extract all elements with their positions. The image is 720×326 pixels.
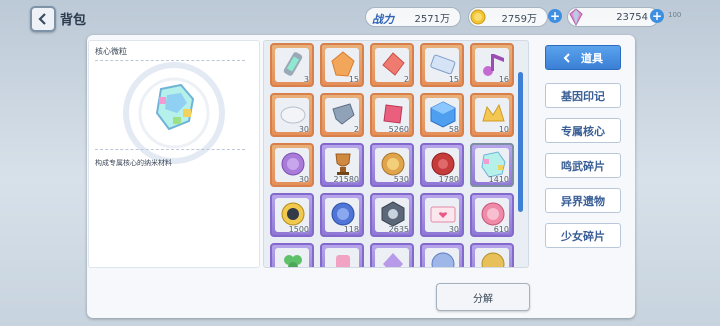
item-slot[interactable]: [470, 243, 514, 267]
pink-gem-icon: [336, 255, 350, 267]
gem-value: 23754: [616, 11, 648, 23]
item-slot[interactable]: 30: [270, 143, 314, 187]
battle-power-display: 战力 2571万: [365, 7, 461, 27]
item-slot[interactable]: 2635: [370, 193, 414, 237]
item-slot[interactable]: [420, 243, 464, 267]
item-slot[interactable]: 1500: [270, 193, 314, 237]
battle-power-value: 2571万: [414, 13, 450, 25]
tab-gene-imprint[interactable]: 基因印记: [545, 83, 621, 108]
tab-items[interactable]: 道具: [545, 45, 621, 70]
item-slot[interactable]: 3: [270, 43, 314, 87]
divider: [95, 149, 245, 150]
item-slot[interactable]: 1780: [420, 143, 464, 187]
item-slot[interactable]: [320, 243, 364, 267]
decompose-button[interactable]: 分解: [436, 283, 530, 311]
caret-left-icon: [563, 52, 570, 63]
item-slot[interactable]: 30: [420, 193, 464, 237]
item-slot[interactable]: 118: [320, 193, 364, 237]
page-title: 背包: [60, 13, 87, 28]
tab-otherworld-relics[interactable]: 异界遗物: [545, 188, 621, 213]
grid-scrollbar[interactable]: [518, 72, 523, 212]
item-slot[interactable]: 30: [270, 93, 314, 137]
selection-frame: [470, 143, 514, 187]
battery-indicator: 100: [668, 11, 682, 19]
item-name: 核心微粒: [95, 47, 127, 56]
buy-gem-button[interactable]: +: [650, 9, 664, 23]
chevron-left-icon: [38, 13, 46, 25]
item-slot[interactable]: 2: [320, 93, 364, 137]
item-grid: 3 15 2 15 16 30 2 5260 58 10 30 21580 53…: [263, 40, 529, 268]
item-slot[interactable]: 5260: [370, 93, 414, 137]
tab-weapon-shards[interactable]: 鸣武碎片: [545, 153, 621, 178]
back-button[interactable]: [30, 6, 56, 32]
item-slot[interactable]: 530: [370, 143, 414, 187]
item-slot[interactable]: 16: [470, 43, 514, 87]
gold-emblem-icon: [481, 252, 505, 267]
violet-crystal-icon: [383, 253, 403, 267]
gem-icon: [569, 8, 583, 26]
tab-exclusive-core[interactable]: 专属核心: [545, 118, 621, 143]
coin-icon: [470, 9, 486, 25]
divider: [95, 60, 245, 61]
clock-icon: [431, 252, 455, 267]
tab-girl-shards[interactable]: 少女碎片: [545, 223, 621, 248]
item-slot[interactable]: 58: [420, 93, 464, 137]
item-slot[interactable]: 15: [420, 43, 464, 87]
item-slot[interactable]: 10: [470, 93, 514, 137]
clover-icon: [284, 255, 302, 267]
coin-value: 2759万: [501, 13, 537, 25]
core-particle-icon: [155, 83, 195, 131]
buy-coin-button[interactable]: +: [548, 9, 562, 23]
battle-power-label: 战力: [372, 13, 394, 26]
item-description: 构成专属核心的纳米材料: [95, 159, 172, 167]
item-slot[interactable]: 21580: [320, 143, 364, 187]
item-slot[interactable]: [370, 243, 414, 267]
item-slot[interactable]: [270, 243, 314, 267]
item-slot[interactable]: 2: [370, 43, 414, 87]
item-slot[interactable]: 15: [320, 43, 364, 87]
item-detail-card: [88, 40, 260, 268]
item-slot[interactable]: 610: [470, 193, 514, 237]
